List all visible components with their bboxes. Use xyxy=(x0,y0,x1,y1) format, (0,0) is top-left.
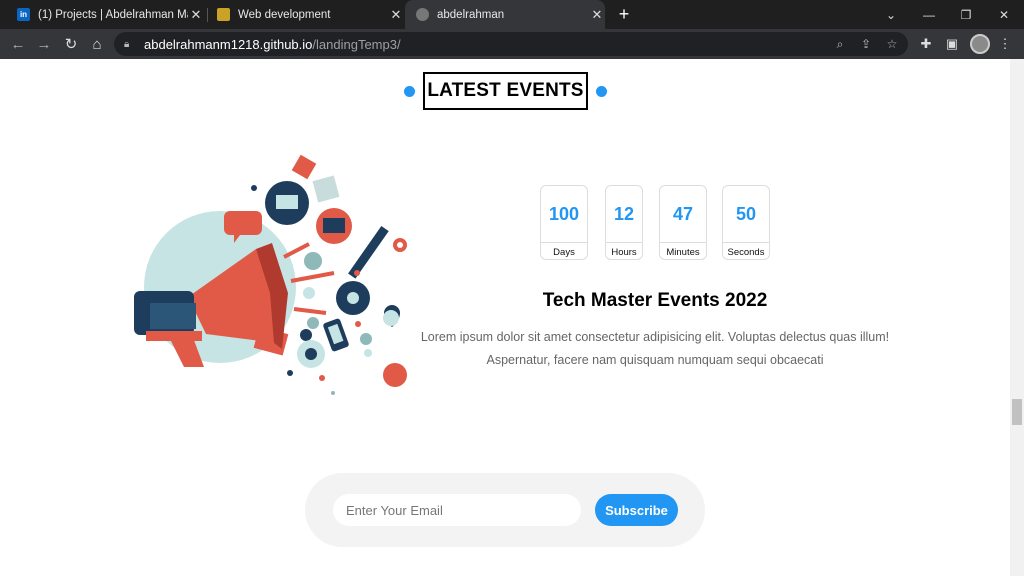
countdown-label: Hours xyxy=(606,242,642,261)
countdown-value: 47 xyxy=(672,203,694,224)
book-icon xyxy=(312,175,340,203)
tab-search-icon[interactable]: ⌄ xyxy=(873,0,909,29)
countdown-hours: 12 Hours xyxy=(605,185,643,260)
countdown-label: Days xyxy=(541,242,587,261)
scrollbar[interactable] xyxy=(1010,59,1024,576)
red-square-icon xyxy=(291,154,317,180)
countdown-value: 50 xyxy=(735,203,757,224)
countdown-label: Minutes xyxy=(660,242,706,261)
address-bar[interactable]: 🔒︎ abdelrahmanm1218.github.io/landingTem… xyxy=(114,32,908,56)
back-icon[interactable]: ← xyxy=(8,34,28,54)
event-description: Lorem ipsum dolor sit amet consectetur a… xyxy=(420,330,890,367)
extensions-icon[interactable]: ✚ xyxy=(918,36,934,52)
tab-web-development[interactable]: Web development ✕ xyxy=(208,0,404,29)
pencil-icon xyxy=(348,225,389,279)
tab-title: abdelrahman xyxy=(437,8,505,21)
lock-icon: 🔒︎ xyxy=(124,38,130,50)
avatar[interactable] xyxy=(970,34,990,54)
url-text: abdelrahmanm1218.github.io/landingTemp3/ xyxy=(144,36,401,52)
close-icon[interactable]: ✕ xyxy=(388,7,404,23)
zoom-icon[interactable]: ⌕ xyxy=(832,36,848,52)
close-icon[interactable]: ✕ xyxy=(188,7,204,23)
folder-icon xyxy=(217,8,230,21)
forward-icon[interactable]: → xyxy=(34,34,54,54)
globe-icon xyxy=(416,8,429,21)
countdown-label: Seconds xyxy=(723,242,769,261)
home-icon[interactable]: ⌂ xyxy=(87,34,107,54)
countdown-days: 100 Days xyxy=(540,185,588,260)
window-close-button[interactable]: ✕ xyxy=(986,0,1022,29)
menu-icon[interactable]: ⋮ xyxy=(997,36,1013,52)
event-title: Tech Master Events 2022 xyxy=(542,290,768,311)
tab-title: (1) Projects | Abdelrahman Mahm xyxy=(38,8,188,21)
countdown-seconds: 50 Seconds xyxy=(722,185,770,260)
tab-title: Web development xyxy=(238,8,331,21)
browser-tab-bar: in (1) Projects | Abdelrahman Mahm ✕ Web… xyxy=(0,0,1024,29)
restore-button[interactable]: ❐ xyxy=(948,0,984,29)
section-title: LATEST EVENTS xyxy=(423,72,588,110)
title-dot-left xyxy=(404,86,415,97)
minimize-button[interactable]: — xyxy=(911,0,947,29)
tab-linkedin[interactable]: in (1) Projects | Abdelrahman Mahm ✕ xyxy=(8,0,204,29)
scrollbar-thumb[interactable] xyxy=(1012,399,1022,425)
countdown-value: 100 xyxy=(548,203,580,224)
close-icon[interactable]: ✕ xyxy=(589,7,605,23)
send-icon xyxy=(383,363,407,387)
share-icon[interactable]: ⇪ xyxy=(858,36,874,52)
page-content: LATEST EVENTS 100 Days 12 Hours 47 Minut… xyxy=(0,59,1024,576)
subscribe-button[interactable]: Subscribe xyxy=(595,494,678,526)
bookmark-star-icon[interactable]: ☆ xyxy=(884,36,900,52)
linkedin-icon: in xyxy=(17,8,30,21)
countdown-value: 12 xyxy=(613,203,635,224)
tab-abdelrahman[interactable]: abdelrahman ✕ xyxy=(405,0,605,29)
new-tab-button[interactable]: + xyxy=(614,3,634,25)
title-dot-right xyxy=(596,86,607,97)
side-panel-icon[interactable]: ▣ xyxy=(944,36,960,52)
reload-icon[interactable]: ↻ xyxy=(61,34,81,54)
browser-toolbar: ← → ↻ ⌂ 🔒︎ abdelrahmanm1218.github.io/la… xyxy=(0,29,1024,59)
email-input[interactable]: Enter Your Email xyxy=(333,494,581,526)
countdown-minutes: 47 Minutes xyxy=(659,185,707,260)
megaphone-illustration xyxy=(134,154,407,395)
